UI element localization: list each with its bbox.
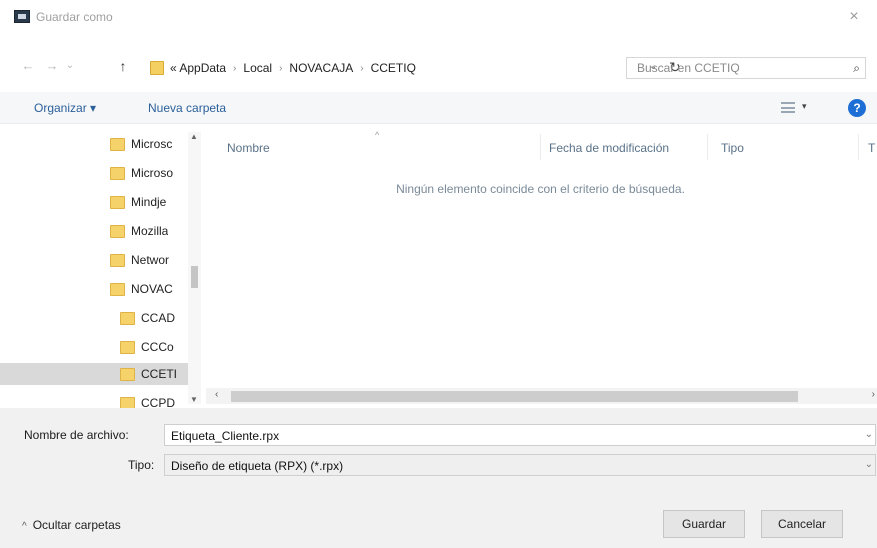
chevron-up-icon: ^ bbox=[22, 521, 27, 532]
sort-ascending-icon: ^ bbox=[375, 130, 380, 140]
scroll-left-icon[interactable]: ‹ bbox=[215, 389, 218, 400]
column-divider[interactable] bbox=[707, 134, 708, 160]
tree-item-mozilla[interactable]: Mozilla bbox=[110, 220, 188, 242]
scrollbar-thumb[interactable] bbox=[231, 391, 798, 402]
hide-folders-toggle[interactable]: ^ Ocultar carpetas bbox=[22, 518, 121, 532]
folder-icon bbox=[110, 282, 125, 296]
hide-folders-label: Ocultar carpetas bbox=[32, 518, 121, 532]
new-folder-button[interactable]: Nueva carpeta bbox=[148, 101, 226, 115]
tree-item-label: Microso bbox=[131, 166, 174, 180]
tree-item-microsoft-2[interactable]: Microso bbox=[110, 162, 188, 184]
folder-icon bbox=[110, 166, 125, 180]
folder-icon bbox=[120, 311, 135, 325]
file-type-value: Diseño de etiqueta (RPX) (*.rpx) bbox=[171, 459, 344, 473]
breadcrumb-appdata[interactable]: « AppData bbox=[170, 61, 226, 75]
breadcrumb-separator[interactable]: › bbox=[233, 63, 236, 74]
cancel-button[interactable]: Cancelar bbox=[761, 510, 843, 538]
breadcrumb-separator[interactable]: › bbox=[360, 63, 363, 74]
scroll-right-icon[interactable]: › bbox=[872, 389, 875, 400]
filename-field[interactable]: Etiqueta_Cliente.rpx ⌄ bbox=[164, 424, 876, 446]
column-header-type[interactable]: Tipo bbox=[721, 141, 744, 155]
horizontal-scrollbar[interactable]: ‹ › bbox=[206, 388, 877, 404]
folder-icon bbox=[110, 195, 125, 209]
back-arrow-icon[interactable]: ← bbox=[20, 56, 36, 76]
tree-item-label: CCCo bbox=[141, 340, 174, 354]
up-arrow-icon[interactable]: ↑ bbox=[115, 56, 131, 76]
tree-item-ccad[interactable]: CCAD bbox=[120, 307, 188, 329]
title-bar: Guardar como × bbox=[0, 0, 877, 36]
view-options-arrow[interactable]: ▾ bbox=[802, 101, 807, 112]
tree-item-label: CCETI bbox=[141, 367, 177, 381]
folder-icon bbox=[120, 396, 135, 408]
breadcrumb-separator[interactable]: › bbox=[279, 63, 282, 74]
tree-item-label: CCAD bbox=[141, 311, 176, 325]
navigation-pane: Microsc Microso Mindje Mozilla Networ NO… bbox=[0, 130, 204, 408]
tree-item-ccco[interactable]: CCCo bbox=[120, 336, 188, 358]
tree-item-label: Microsc bbox=[131, 137, 173, 151]
tree-item-mindjet[interactable]: Mindje bbox=[110, 191, 188, 213]
chevron-down-icon[interactable]: ⌄ bbox=[865, 429, 873, 440]
recent-locations-icon[interactable]: ⌄ bbox=[64, 56, 76, 76]
chevron-down-icon[interactable]: ⌄ bbox=[865, 459, 873, 470]
tree-scrollbar[interactable]: ▲ ▼ bbox=[188, 132, 201, 404]
tree-item-label: Mindje bbox=[131, 195, 167, 209]
tree-item-microsoft-1[interactable]: Microsc bbox=[110, 133, 188, 155]
file-type-select[interactable]: Diseño de etiqueta (RPX) (*.rpx) ⌄ bbox=[164, 454, 876, 476]
tree-item-label: Mozilla bbox=[131, 224, 169, 238]
window-title: Guardar como bbox=[36, 10, 113, 24]
folder-icon bbox=[120, 367, 135, 381]
navigation-bar: ← → ⌄ ↑ « AppData › Local › NOVACAJA › C… bbox=[0, 52, 877, 82]
folder-icon bbox=[150, 61, 164, 75]
breadcrumb-novacaja[interactable]: NOVACAJA bbox=[289, 61, 353, 75]
folder-icon bbox=[110, 253, 125, 267]
breadcrumb-ccetiq[interactable]: CCETIQ bbox=[371, 61, 416, 75]
column-divider[interactable] bbox=[858, 134, 859, 160]
tree-item-label: NOVAC bbox=[131, 282, 173, 296]
tree-item-label: Networ bbox=[131, 253, 170, 267]
close-button[interactable]: × bbox=[843, 6, 865, 28]
scrollbar-thumb[interactable] bbox=[191, 266, 198, 288]
empty-state-message: Ningún elemento coincide con el criterio… bbox=[396, 182, 685, 196]
column-divider[interactable] bbox=[540, 134, 541, 160]
filename-label: Nombre de archivo: bbox=[24, 428, 129, 442]
app-icon bbox=[14, 10, 30, 23]
tree-item-cceti[interactable]: CCETI bbox=[0, 363, 188, 385]
column-header-size[interactable]: T bbox=[868, 141, 875, 155]
filename-value: Etiqueta_Cliente.rpx bbox=[171, 429, 280, 443]
file-list: ^ Nombre Fecha de modificación Tipo T Ni… bbox=[204, 130, 877, 408]
view-options-icon[interactable] bbox=[781, 102, 795, 113]
forward-arrow-icon[interactable]: → bbox=[44, 56, 60, 76]
address-bar[interactable]: « AppData › Local › NOVACAJA › CCETIQ ⌄ … bbox=[146, 57, 681, 79]
tree-item-ccpd[interactable]: CCPD bbox=[120, 392, 188, 408]
scroll-up-icon[interactable]: ▲ bbox=[190, 132, 198, 141]
scroll-down-icon[interactable]: ▼ bbox=[190, 395, 198, 404]
column-header-name[interactable]: Nombre bbox=[227, 141, 270, 155]
breadcrumb-local[interactable]: Local bbox=[243, 61, 272, 75]
folder-icon bbox=[110, 224, 125, 238]
save-button[interactable]: Guardar bbox=[663, 510, 745, 538]
search-placeholder: Buscar en CCETIQ bbox=[637, 61, 740, 75]
folder-icon bbox=[120, 340, 135, 354]
organize-menu-button[interactable]: Organizar ▾ bbox=[34, 101, 96, 115]
search-input[interactable]: Buscar en CCETIQ ⌕ bbox=[626, 57, 866, 79]
folder-icon bbox=[110, 137, 125, 151]
tree-item-label: CCPD bbox=[141, 396, 176, 408]
help-icon[interactable]: ? bbox=[848, 99, 866, 117]
command-toolbar: Organizar ▾ Nueva carpeta ▾ ? bbox=[0, 92, 877, 124]
save-form-panel: Nombre de archivo: Etiqueta_Cliente.rpx … bbox=[0, 408, 877, 548]
file-type-label: Tipo: bbox=[128, 458, 155, 472]
column-header-date[interactable]: Fecha de modificación bbox=[549, 141, 669, 155]
search-icon[interactable]: ⌕ bbox=[853, 61, 860, 76]
tree-item-novacaja[interactable]: NOVAC bbox=[110, 278, 188, 300]
tree-item-network[interactable]: Networ bbox=[110, 249, 188, 271]
